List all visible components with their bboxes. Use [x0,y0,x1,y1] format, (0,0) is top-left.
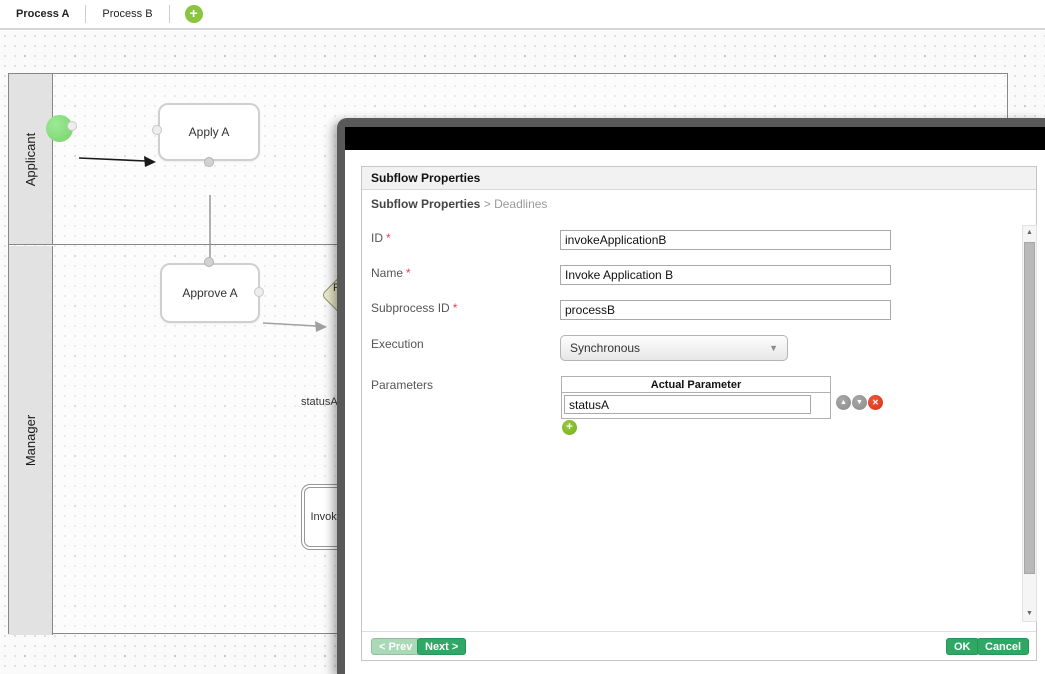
scrollbar-thumb[interactable] [1024,242,1035,574]
scroll-down-button[interactable]: ▼ [1023,607,1036,621]
label-text: Subprocess ID [371,301,450,315]
task-label: Approve A [182,286,237,300]
properties-panel: Subflow Properties Subflow Properties > … [361,166,1037,661]
move-down-button[interactable]: ▼ [852,395,867,410]
process-tab-bar: Process A Process B + [0,0,1045,30]
execution-selected-value: Synchronous [570,341,640,355]
plus-icon: + [189,5,197,21]
label-text: Parameters [371,378,433,392]
dialog-content: Subflow Properties Subflow Properties > … [345,150,1045,674]
task-label: Apply A [189,125,230,139]
prev-button[interactable]: < Prev [371,638,420,655]
plus-icon: + [566,421,572,433]
label-text: Execution [371,337,424,351]
dialog-footer: < Prev Next > OK Cancel [362,631,1036,660]
process-designer: Process A Process B + Applicant Manager [0,0,1045,674]
label-text: Name [371,266,403,280]
breadcrumb: Subflow Properties > Deadlines [371,197,547,211]
arrow-down-icon: ▼ [856,399,863,406]
task-approve-a[interactable]: Approve A [160,263,260,323]
required-marker: * [386,231,391,245]
ok-button[interactable]: OK [946,638,979,655]
lane-label: Applicant [23,132,38,185]
task-apply-a[interactable]: Apply A [158,103,260,161]
delete-parameter-button[interactable]: ✕ [868,395,883,410]
lane-label: Manager [23,415,38,466]
add-process-button[interactable]: + [185,5,203,23]
label-text: ID [371,231,383,245]
connection-point [254,287,264,297]
connection-point [67,121,77,131]
subprocess-id-field[interactable] [560,300,891,320]
id-field[interactable] [560,230,891,250]
scroll-up-button[interactable]: ▲ [1023,226,1036,240]
connection-point [204,257,214,267]
cancel-button[interactable]: Cancel [977,638,1029,655]
table-row [562,393,830,418]
dialog-scrollbar[interactable]: ▲ ▼ [1022,225,1037,622]
subflow-properties-dialog: Subflow Properties Subflow Properties > … [337,118,1045,674]
breadcrumb-subflow-properties: Subflow Properties [371,197,480,211]
next-button[interactable]: Next > [417,638,466,655]
required-marker: * [406,266,411,280]
breadcrumb-deadlines[interactable]: Deadlines [494,197,547,211]
add-parameter-button[interactable]: + [562,420,577,435]
connection-point [152,125,162,135]
chevron-down-icon: ▼ [769,343,778,353]
tab-process-a[interactable]: Process A [0,0,85,28]
parameter-input[interactable] [564,395,811,414]
panel-header: Subflow Properties [362,167,1036,190]
arrow-up-icon: ▲ [840,399,847,406]
parameters-label: Parameters [371,378,433,392]
lane-header-manager[interactable]: Manager [9,246,53,635]
parameters-column-header: Actual Parameter [562,377,830,393]
close-icon: ✕ [872,398,879,407]
dialog-titlebar[interactable] [345,127,1045,150]
execution-label: Execution [371,337,424,351]
name-label: Name* [371,266,411,280]
tab-process-b[interactable]: Process B [86,0,168,28]
breadcrumb-separator: > [484,197,491,211]
id-label: ID* [371,231,391,245]
lane-header-applicant[interactable]: Applicant [9,74,53,244]
name-field[interactable] [560,265,891,285]
execution-select[interactable]: Synchronous ▼ [560,335,788,361]
parameters-table: Actual Parameter [561,376,831,419]
tab-separator [169,5,170,23]
panel-title: Subflow Properties [371,171,480,185]
required-marker: * [453,301,458,315]
move-up-button[interactable]: ▲ [836,395,851,410]
connection-point [204,157,214,167]
subprocess-id-label: Subprocess ID* [371,301,457,315]
